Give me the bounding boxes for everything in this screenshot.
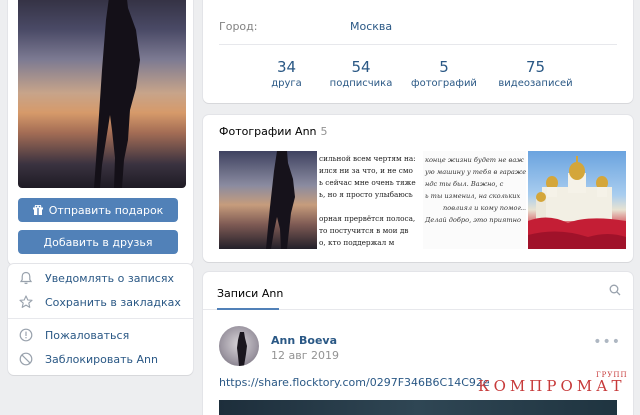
- counter-videos[interactable]: 75 видеозаписей: [488, 58, 583, 89]
- counter-label: видеозаписей: [498, 78, 573, 89]
- menu-item-bookmark-label: Сохранить в закладках: [45, 295, 181, 309]
- menu-item-bookmark[interactable]: Сохранить в закладках: [8, 290, 193, 314]
- quote-line: ую машину у тебя в гараже: [425, 168, 526, 176]
- city-label: Город:: [219, 20, 258, 33]
- alert-icon: [18, 327, 34, 343]
- photo-text-line: о, кто поддержал м: [319, 238, 395, 247]
- profile-info-card: Город: Москва 34 друга 54 подписчика 5 ф…: [203, 0, 633, 103]
- counter-label: друга: [271, 78, 302, 89]
- quote-line: ь ты изменил, на скольких: [425, 192, 521, 200]
- counter-photos[interactable]: 5 фотографий: [400, 58, 488, 89]
- send-gift-button[interactable]: Отправить подарок: [18, 198, 178, 222]
- tab-active-indicator: [217, 308, 279, 310]
- post-date[interactable]: 12 авг 2019: [271, 349, 339, 362]
- photo-text-line: ь, но я просто улыбаюсь: [319, 190, 413, 199]
- add-friend-label: Добавить в друзья: [43, 235, 153, 249]
- photo-thumb-text[interactable]: сильной всем чертям на: ился ни за что, …: [319, 151, 421, 249]
- quote-line: Делай добро, это приятно: [425, 216, 521, 224]
- menu-item-report-label: Пожаловаться: [45, 328, 130, 342]
- post-author-name[interactable]: Ann Boeva: [271, 334, 337, 347]
- profile-card: Отправить подарок Добавить в друзья: [8, 0, 193, 265]
- photo-text-line: ь сейчас мне очень тяже: [319, 178, 416, 187]
- menu-item-report[interactable]: Пожаловаться: [8, 323, 193, 347]
- counter-label: фотографий: [411, 78, 477, 89]
- counter-number: 5: [439, 58, 449, 76]
- quote-line: конце жизни будет не важ: [425, 156, 524, 164]
- search-icon[interactable]: [609, 284, 621, 299]
- counter-friends[interactable]: 34 друга: [251, 58, 322, 89]
- post-author-avatar[interactable]: [219, 326, 259, 366]
- quote-line: ндс ты был. Важно, с: [425, 180, 504, 188]
- star-icon: [18, 294, 34, 310]
- photos-card: Фотографии Ann 5 сильной всем чертям на: …: [203, 115, 633, 262]
- add-friend-button[interactable]: Добавить в друзья: [18, 230, 178, 254]
- block-icon: [18, 351, 34, 367]
- photo-text-line: то постучится в мои дв: [319, 226, 409, 235]
- photo-thumb-quote[interactable]: конце жизни будет не важ ую машину у теб…: [423, 151, 526, 249]
- photo-text-line: ился ни за что, и не смо: [319, 166, 413, 175]
- watermark-big-text: КОМПРОМАТ: [478, 377, 626, 395]
- counter-label: подписчика: [329, 78, 393, 89]
- more-icon[interactable]: •••: [593, 334, 621, 350]
- menu-item-block-label: Заблокировать Ann: [45, 352, 158, 366]
- send-gift-label: Отправить подарок: [48, 203, 164, 217]
- photo-text-line: орная прервётся полоса,: [319, 214, 416, 223]
- photo-thumb-cathedral[interactable]: [528, 151, 626, 249]
- city-row: Город: Москва: [219, 20, 392, 33]
- profile-actions-menu: Уведомлять о записях Сохранить в закладк…: [8, 264, 193, 375]
- quote-line: повлиял и кому помог...: [443, 204, 526, 212]
- counter-followers[interactable]: 54 подписчика: [322, 58, 400, 89]
- menu-item-block[interactable]: Заблокировать Ann: [8, 347, 193, 371]
- silhouette-figure: [94, 0, 140, 188]
- photo-thumb-silhouette[interactable]: [219, 151, 317, 249]
- gift-icon: [32, 204, 43, 215]
- silhouette-figure: [266, 151, 295, 249]
- info-divider: [219, 44, 617, 45]
- posts-tab-row: Записи Ann: [203, 272, 633, 310]
- counter-number: 34: [276, 58, 297, 76]
- post-media-preview[interactable]: [219, 400, 617, 415]
- photos-count: 5: [320, 125, 328, 138]
- bell-icon: [18, 270, 34, 286]
- counter-number: 54: [351, 58, 371, 76]
- post-link[interactable]: https://share.flocktory.com/0297F346B6C1…: [219, 376, 490, 389]
- menu-item-notify[interactable]: Уведомлять о записях: [8, 266, 193, 290]
- counter-number: 75: [525, 58, 546, 76]
- profile-counters: 34 друга 54 подписчика 5 фотографий 75 в…: [251, 58, 583, 89]
- silhouette-figure: [237, 332, 247, 366]
- tab-posts[interactable]: Записи Ann: [217, 287, 283, 300]
- photos-title[interactable]: Фотографии Ann 5: [219, 125, 328, 138]
- profile-photo[interactable]: [18, 0, 186, 188]
- menu-item-notify-label: Уведомлять о записях: [45, 271, 174, 285]
- cathedral-image: [528, 156, 626, 249]
- photo-text-line: сильной всем чертям на:: [319, 154, 416, 163]
- photo-text-line: [319, 201, 421, 213]
- city-link[interactable]: Москва: [350, 20, 392, 33]
- menu-divider: [8, 318, 193, 319]
- photos-title-text: Фотографии Ann: [219, 125, 317, 138]
